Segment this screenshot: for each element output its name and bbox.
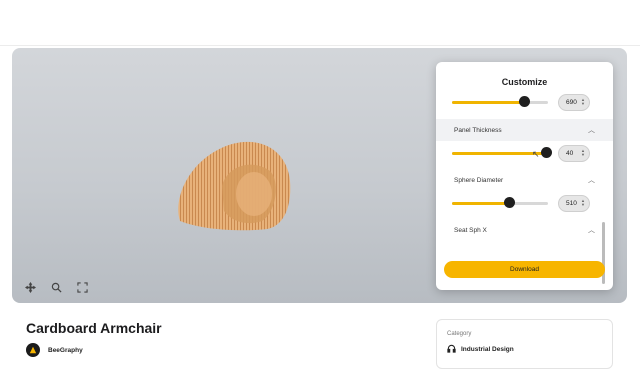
category-text: Industrial Design [461,346,514,353]
param-value: 510 [566,199,577,207]
product-title: Cardboard Armchair [26,320,162,336]
zoom-icon[interactable] [48,279,64,295]
param-value-input[interactable]: 40 ▲ ▼ [558,144,590,162]
param-slider[interactable] [452,197,548,208]
spinner-icon[interactable]: ▲ ▼ [581,199,585,207]
top-bar [0,0,640,46]
chevron-up-icon[interactable]: ︿ [588,125,595,135]
param-value-input[interactable]: 690 ▲ ▼ [558,93,590,111]
param-group: Panel Thickness ︿ 40 ▲ ▼ [436,119,613,165]
author-name: BeeGraphy [48,346,83,354]
param-header[interactable]: Sphere Diameter ︿ [446,169,603,191]
param-label: Seat Sph X [454,226,487,234]
category-value[interactable]: Industrial Design [447,344,514,355]
param-group: Seat Sph X ︿ [436,219,613,241]
slider-knob[interactable] [504,197,516,208]
param-value-input[interactable]: 510 ▲ ▼ [558,194,590,212]
armchair-model[interactable] [162,126,312,246]
move-icon[interactable] [22,279,38,295]
param-group: 690 ▲ ▼ [436,90,613,114]
author-avatar [26,343,40,357]
fullscreen-icon[interactable] [74,279,90,295]
slider-knob[interactable] [518,96,530,107]
category-card: Category Industrial Design [436,319,613,369]
chevron-up-icon[interactable]: ︿ [588,175,595,185]
param-header[interactable]: Seat Sph X ︿ [446,219,603,241]
author-link[interactable]: BeeGraphy [26,343,83,357]
cursor-icon: ↖ [532,149,540,159]
param-slider[interactable] [452,96,548,107]
param-header[interactable]: Panel Thickness ︿ [436,119,613,141]
param-label: Panel Thickness [454,126,502,134]
param-value: 40 [566,149,574,157]
param-value: 690 [566,98,577,106]
chevron-up-icon[interactable]: ︿ [588,225,595,235]
param-label: Sphere Diameter [454,176,504,184]
headphones-icon [447,344,456,355]
spinner-icon[interactable]: ▲ ▼ [581,98,585,106]
spinner-icon[interactable]: ▲ ▼ [581,149,585,157]
download-button[interactable]: Download [444,261,605,278]
customize-panel: Customize 690 ▲ ▼ Panel Thickness ︿ 40 ▲… [436,62,613,290]
slider-knob[interactable] [540,147,552,158]
param-group: Sphere Diameter ︿ 510 ▲ ▼ [436,169,613,215]
category-label: Category [447,331,472,337]
